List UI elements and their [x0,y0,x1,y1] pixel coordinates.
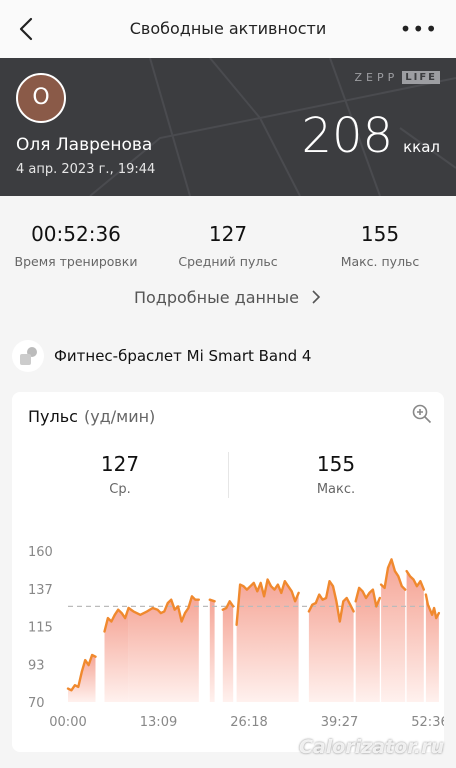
calories-value: 208 [301,108,394,164]
heart-rate-area [236,579,299,702]
device-name: Фитнес-браслет Mi Smart Band 4 [54,347,312,365]
calories-readout: 208 ккал [301,108,440,164]
heart-rate-area [406,571,424,702]
zoom-in-icon[interactable] [412,404,432,424]
device-row[interactable]: Фитнес-браслет Mi Smart Band 4 [0,338,456,374]
stat-duration: 00:52:36 Время тренировки [14,222,138,269]
page-title: Свободные активности [129,19,327,38]
heart-rate-area [209,599,215,702]
calories-unit: ккал [403,138,440,156]
more-options-icon[interactable]: ••• [400,19,438,39]
details-link-label: Подробные данные [133,288,299,307]
workout-date: 4 апр. 2023 г., 19:44 [16,162,156,177]
heart-rate-avg: 127 Ср. [100,452,140,497]
stat-max-heart-rate: 155 Макс. пульс [340,222,420,269]
heart-rate-area [222,601,234,702]
x-tick-label: 26:18 [230,715,267,730]
y-tick-label: 115 [28,621,53,636]
heart-rate-title: Пульс (уд/мин) [28,407,156,426]
heart-rate-chart: 160 137 115 93 70 00:00 13:09 26:18 39:27 52:36 [28,545,444,730]
avatar[interactable]: О [16,73,66,123]
watermark: Calorizator.ru [298,736,444,758]
heart-rate-line [208,598,216,603]
x-tick-label: 52:36 [411,715,444,730]
y-tick-label: 160 [28,545,53,560]
heart-rate-max: 155 Макс. [316,452,356,497]
heart-rate-area [68,655,96,702]
x-tick-label: 39:27 [321,715,358,730]
zepp-life-logo: ZEPP LIFE [354,71,440,84]
workout-summary-banner: О Оля Лавренова 4 апр. 2023 г., 19:44 ZE… [0,58,456,196]
x-tick-label: 00:00 [49,715,86,730]
user-name: Оля Лавренова [16,135,153,155]
chevron-right-icon [312,290,321,304]
y-tick-label: 70 [28,696,45,711]
top-bar: Свободные активности ••• [0,0,456,58]
workout-stats: 00:52:36 Время тренировки 127 Средний пу… [0,196,456,326]
fitness-band-icon [12,340,44,372]
details-link[interactable]: Подробные данные [0,288,456,307]
heart-rate-card: Пульс (уд/мин) 127 Ср. 155 Макс. 160 137 11… [12,392,444,752]
y-tick-label: 93 [28,658,45,673]
y-tick-label: 137 [28,583,53,598]
stat-avg-heart-rate: 127 Средний пульс [178,222,278,269]
x-tick-label: 13:09 [140,715,177,730]
